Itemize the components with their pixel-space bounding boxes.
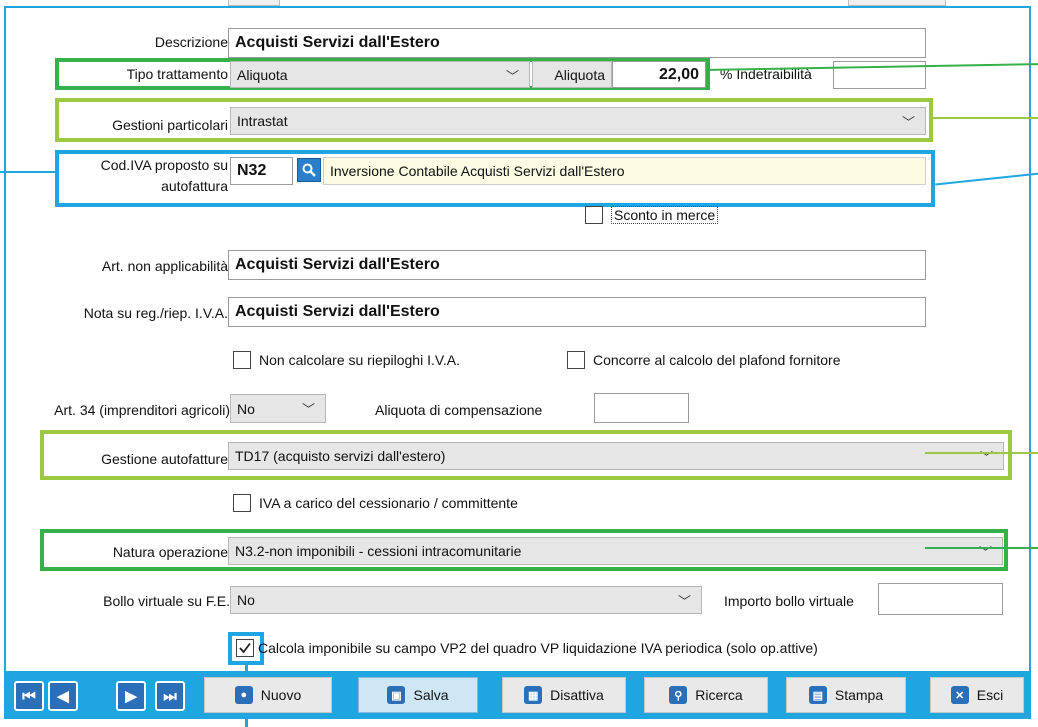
salva-button[interactable]: ▣ Salva xyxy=(358,677,478,713)
concorre-plafond-row[interactable]: Concorre al calcolo del plafond fornitor… xyxy=(567,351,840,369)
ricerca-button[interactable]: ⚲ Ricerca xyxy=(644,677,768,713)
aliquota-label: Aliquota xyxy=(554,66,605,83)
last-record-button[interactable]: ⏭ xyxy=(155,681,185,711)
bollo-virtuale-select[interactable]: No ﹀ xyxy=(230,586,702,614)
gestioni-particolari-label: Gestioni particolari xyxy=(112,117,228,133)
cod-iva-code-input[interactable]: N32 xyxy=(230,157,293,185)
gestione-autofatture-select[interactable]: TD17 (acquisto servizi dall'estero) ﹀ xyxy=(228,442,1004,470)
art-non-applicabilita-label: Art. non applicabilità xyxy=(101,258,228,274)
non-calcolare-checkbox[interactable] xyxy=(233,351,251,369)
aliquota-compensazione-input[interactable] xyxy=(594,393,689,423)
disattiva-button[interactable]: ▦ Disattiva xyxy=(502,677,626,713)
first-icon: ⏮ xyxy=(22,687,36,705)
chevron-down-icon: ﹀ xyxy=(979,450,993,465)
aliquota-input[interactable]: 22,00 xyxy=(612,61,706,88)
tipo-trattamento-label: Tipo trattamento xyxy=(126,66,228,82)
aliquota-compensazione-label: Aliquota di compensazione xyxy=(375,402,543,418)
iva-carico-row[interactable]: IVA a carico del cessionario / committen… xyxy=(233,494,518,512)
art-non-applicabilita-input[interactable]: Acquisti Servizi dall'Estero xyxy=(228,250,926,280)
cod-iva-label-line2: autofattura xyxy=(161,178,228,194)
callout-line-blue-left xyxy=(0,171,57,173)
iva-carico-label: IVA a carico del cessionario / committen… xyxy=(259,495,518,511)
callout-line-green-2 xyxy=(925,547,1038,549)
nota-reg-label: Nota su reg./riep. I.V.A. xyxy=(83,305,228,321)
search-icon: ⚲ xyxy=(669,686,688,704)
importo-bollo-label: Importo bollo virtuale xyxy=(724,593,854,609)
cod-iva-label-line1: Cod.IVA proposto su xyxy=(100,157,228,173)
calcola-imponibile-row[interactable]: Calcola imponibile su campo VP2 del quad… xyxy=(236,639,818,657)
tipo-trattamento-select[interactable]: Aliquota ﹀ xyxy=(230,61,530,88)
gestioni-particolari-value: Intrastat xyxy=(237,113,288,129)
calcola-imponibile-label: Calcola imponibile su campo VP2 del quad… xyxy=(258,640,818,656)
next-icon: ▶ xyxy=(125,688,137,705)
descrizione-label: Descrizione xyxy=(154,34,228,50)
bollo-virtuale-label: Bollo virtuale su F.E. xyxy=(103,593,230,609)
chevron-down-icon: ﹀ xyxy=(978,545,992,560)
concorre-plafond-checkbox[interactable] xyxy=(567,351,585,369)
non-calcolare-label: Non calcolare su riepiloghi I.V.A. xyxy=(259,352,461,368)
gestione-autofatture-value: TD17 (acquisto servizi dall'estero) xyxy=(235,448,446,464)
deactivate-icon: ▦ xyxy=(524,686,543,704)
tipo-trattamento-value: Aliquota xyxy=(237,66,288,83)
save-icon: ▣ xyxy=(387,686,406,704)
concorre-plafond-label: Concorre al calcolo del plafond fornitor… xyxy=(593,352,841,368)
chevron-down-icon: ﹀ xyxy=(901,115,915,130)
nota-reg-input[interactable]: Acquisti Servizi dall'Estero xyxy=(228,297,926,327)
chevron-down-icon: ﹀ xyxy=(301,402,315,417)
checkmark-icon xyxy=(239,642,251,654)
new-icon: ● xyxy=(234,686,253,704)
stampa-button[interactable]: ▤ Stampa xyxy=(786,677,906,713)
previous-record-button[interactable]: ◀ xyxy=(48,681,78,711)
sconto-in-merce-row[interactable]: Sconto in merce xyxy=(585,206,719,224)
art34-value: No xyxy=(237,400,255,417)
search-icon[interactable] xyxy=(297,158,321,182)
bollo-virtuale-value: No xyxy=(237,592,255,608)
previous-icon: ◀ xyxy=(57,688,69,705)
sconto-in-merce-checkbox[interactable] xyxy=(585,206,603,224)
calcola-imponibile-checkbox[interactable] xyxy=(236,639,254,657)
art34-select[interactable]: No ﹀ xyxy=(230,394,326,423)
aliquota-label-box: Aliquota xyxy=(532,61,612,88)
ricerca-label: Ricerca xyxy=(695,687,743,703)
natura-operazione-select[interactable]: N3.2-non imponibili - cessioni intracomu… xyxy=(228,537,1003,565)
callout-line-lightgreen-2 xyxy=(925,452,1038,454)
art34-label: Art. 34 (imprenditori agricoli) xyxy=(54,402,230,418)
esci-button[interactable]: ✕ Esci xyxy=(930,677,1024,713)
esci-label: Esci xyxy=(976,687,1004,703)
salva-label: Salva xyxy=(413,687,449,703)
non-calcolare-row[interactable]: Non calcolare su riepiloghi I.V.A. xyxy=(233,351,460,369)
natura-operazione-value: N3.2-non imponibili - cessioni intracomu… xyxy=(235,543,522,559)
chevron-down-icon: ﹀ xyxy=(505,69,519,84)
next-record-button[interactable]: ▶ xyxy=(116,681,146,711)
chevron-down-icon: ﹀ xyxy=(677,594,691,609)
sconto-in-merce-label: Sconto in merce xyxy=(611,206,719,224)
callout-line-lightgreen xyxy=(933,117,1038,119)
last-icon: ⏭ xyxy=(163,687,177,705)
disattiva-label: Disattiva xyxy=(550,687,604,703)
gestione-autofatture-label: Gestione autofatture xyxy=(101,451,228,467)
iva-carico-checkbox[interactable] xyxy=(233,494,251,512)
descrizione-input[interactable]: Acquisti Servizi dall'Estero xyxy=(228,28,926,58)
importo-bollo-input[interactable] xyxy=(878,583,1003,615)
nuovo-label: Nuovo xyxy=(260,687,302,703)
gestioni-particolari-select[interactable]: Intrastat ﹀ xyxy=(230,107,926,135)
natura-operazione-label: Natura operazione xyxy=(112,544,228,560)
cod-iva-description: Inversione Contabile Acquisti Servizi da… xyxy=(323,157,926,185)
print-icon: ▤ xyxy=(808,686,827,704)
close-icon: ✕ xyxy=(950,686,969,704)
stampa-label: Stampa xyxy=(834,687,884,703)
first-record-button[interactable]: ⏮ xyxy=(14,681,44,711)
nuovo-button[interactable]: ● Nuovo xyxy=(204,677,332,713)
